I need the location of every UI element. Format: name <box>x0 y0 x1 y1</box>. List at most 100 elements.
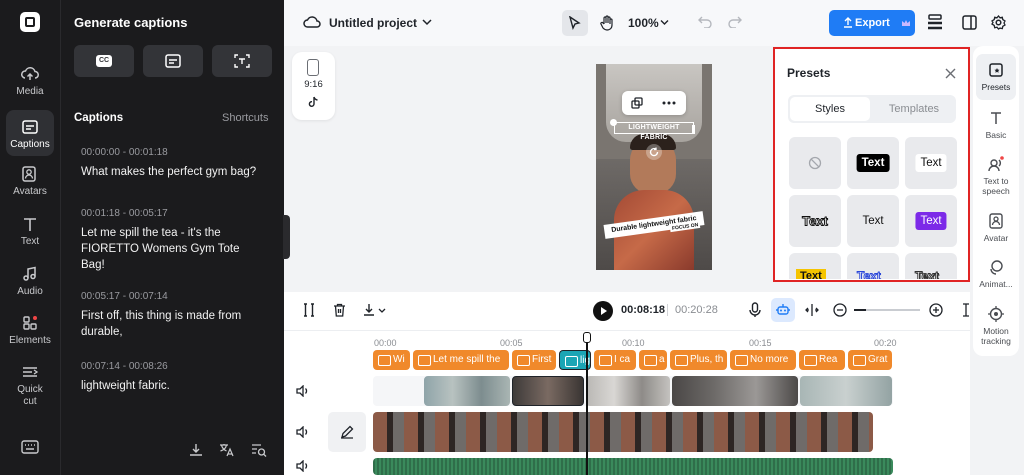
preset-purple-box[interactable]: Text <box>905 195 957 247</box>
upload-captions-button[interactable] <box>212 45 272 77</box>
auto-captions-button[interactable]: CC <box>74 45 134 77</box>
preset-yellow[interactable]: Text <box>789 253 841 279</box>
rail-item-motion-tracking[interactable]: Motion tracking <box>973 306 1019 346</box>
preset-outline[interactable]: Text <box>789 195 841 247</box>
preset-shadow[interactable]: Text <box>905 253 957 279</box>
shortcuts-link[interactable]: Shortcuts <box>222 112 268 124</box>
caption-item[interactable]: 00:01:18 - 00:05:17 Let me spill the tea… <box>81 208 266 273</box>
avatar-frame-icon <box>989 213 1003 229</box>
caption-item[interactable]: 00:05:17 - 00:07:14 First off, this thin… <box>81 291 266 340</box>
rail-item-avatars[interactable]: Avatars <box>0 166 60 197</box>
rail-item-captions[interactable]: Captions <box>6 110 54 156</box>
tab-templates[interactable]: Templates <box>874 97 954 121</box>
cloud-upload-icon <box>21 67 39 80</box>
rail-item-basic[interactable]: Basic <box>973 110 1019 140</box>
rail-item-animation[interactable]: Animat... <box>973 259 1019 289</box>
aspect-ratio-selector[interactable]: 9:16 <box>292 52 335 120</box>
tiktok-icon <box>308 96 318 107</box>
translate-icon[interactable] <box>219 443 235 457</box>
caption-clip[interactable]: First <box>512 350 556 370</box>
preset-black-box[interactable]: Text <box>847 137 899 189</box>
export-button[interactable]: Export <box>829 10 915 36</box>
fit-width-icon[interactable] <box>805 303 819 317</box>
edit-track-button[interactable] <box>328 412 366 452</box>
layout-panel-icon[interactable] <box>962 15 977 30</box>
resize-handle-right[interactable] <box>692 125 695 134</box>
zoom-level[interactable]: 100% <box>628 16 659 30</box>
app-logo[interactable] <box>20 12 40 32</box>
pencil-icon <box>341 425 354 439</box>
rail-item-quick-cut[interactable]: Quick cut <box>0 364 60 408</box>
top-bar: Untitled project 100% Export <box>284 0 1024 46</box>
broll-clip[interactable] <box>586 376 670 406</box>
download-menu-icon[interactable] <box>363 303 387 317</box>
redo-icon[interactable] <box>728 16 742 28</box>
preset-blue-outline[interactable]: Text <box>847 253 899 279</box>
hand-tool-button[interactable] <box>594 10 620 36</box>
gear-icon[interactable] <box>991 15 1006 30</box>
play-button[interactable] <box>593 301 613 321</box>
caption-clip[interactable]: a <box>639 350 667 370</box>
layers-stack-icon[interactable] <box>927 14 943 32</box>
broll-clip-selected[interactable] <box>512 376 584 406</box>
microphone-icon[interactable] <box>749 302 761 318</box>
duplicate-icon[interactable] <box>631 97 643 109</box>
close-icon[interactable] <box>945 68 956 79</box>
timeline-settings-icon[interactable] <box>962 303 970 317</box>
hand-icon <box>600 15 613 31</box>
broll-clip[interactable] <box>424 376 510 406</box>
speaker-icon[interactable] <box>296 385 310 397</box>
download-captions-icon[interactable] <box>189 443 203 457</box>
keyboard-icon[interactable] <box>21 440 39 454</box>
rail-item-elements[interactable]: Elements <box>0 315 60 346</box>
project-title[interactable]: Untitled project <box>329 16 417 30</box>
chevron-down-icon[interactable] <box>422 18 432 26</box>
audio-waveform-track[interactable] <box>373 458 893 475</box>
undo-icon[interactable] <box>698 16 712 28</box>
caption-item[interactable]: 00:07:14 - 00:08:26 lightweight fabric. <box>81 361 266 394</box>
manual-captions-button[interactable] <box>143 45 203 77</box>
select-tool-button[interactable] <box>562 10 588 36</box>
rail-item-presets[interactable]: Presets <box>973 62 1019 92</box>
scan-text-icon <box>234 54 250 68</box>
more-dots-icon[interactable] <box>662 101 676 105</box>
caption-selection-box[interactable]: LIGHTWEIGHT FABRIC <box>614 122 694 141</box>
rail-item-text-to-speech[interactable]: Text to speech <box>973 156 1019 196</box>
zoom-in-icon[interactable] <box>929 303 943 317</box>
playhead-handle[interactable] <box>583 332 591 343</box>
caption-clip[interactable]: No more <box>730 350 796 370</box>
rail-item-audio[interactable]: Audio <box>0 266 60 297</box>
caption-clip[interactable]: Wi <box>373 350 410 370</box>
caption-clip[interactable]: Rea <box>799 350 845 370</box>
zoom-out-icon[interactable] <box>833 303 847 317</box>
zoom-slider[interactable] <box>854 309 920 311</box>
trash-icon[interactable] <box>333 303 346 317</box>
main-video-clip[interactable] <box>373 412 873 452</box>
rail-item-text[interactable]: Text <box>0 216 60 247</box>
rotate-handle[interactable] <box>646 144 662 160</box>
speaker-icon[interactable] <box>296 460 310 472</box>
caption-clip[interactable]: Let me spill the <box>413 350 509 370</box>
auto-sync-button[interactable] <box>771 298 795 322</box>
text-basic-icon <box>991 112 1001 124</box>
tab-styles[interactable]: Styles <box>790 97 870 121</box>
caption-clip[interactable]: Plus, th <box>670 350 727 370</box>
zoom-chevron-icon[interactable] <box>660 19 669 26</box>
preset-none[interactable] <box>789 137 841 189</box>
caption-clip[interactable]: I ca <box>594 350 636 370</box>
rail-item-avatar[interactable]: Avatar <box>973 213 1019 243</box>
panel-collapse-handle[interactable] <box>283 215 290 259</box>
resize-handle[interactable] <box>610 119 617 126</box>
find-replace-icon[interactable] <box>251 443 267 457</box>
broll-clip[interactable] <box>672 376 798 406</box>
ruler-mark: 00:20 <box>874 338 897 348</box>
rail-item-media[interactable]: Media <box>0 66 60 97</box>
preset-plain[interactable]: Text <box>847 195 899 247</box>
speaker-icon[interactable] <box>296 426 310 438</box>
preset-white-box[interactable]: Text <box>905 137 957 189</box>
split-icon[interactable] <box>303 303 315 317</box>
broll-clip[interactable] <box>800 376 892 406</box>
caption-clip[interactable]: Grat <box>848 350 892 370</box>
caption-item[interactable]: 00:00:00 - 00:01:18 What makes the perfe… <box>81 147 276 180</box>
caption-overlay-top: LIGHTWEIGHT FABRIC <box>628 124 680 141</box>
